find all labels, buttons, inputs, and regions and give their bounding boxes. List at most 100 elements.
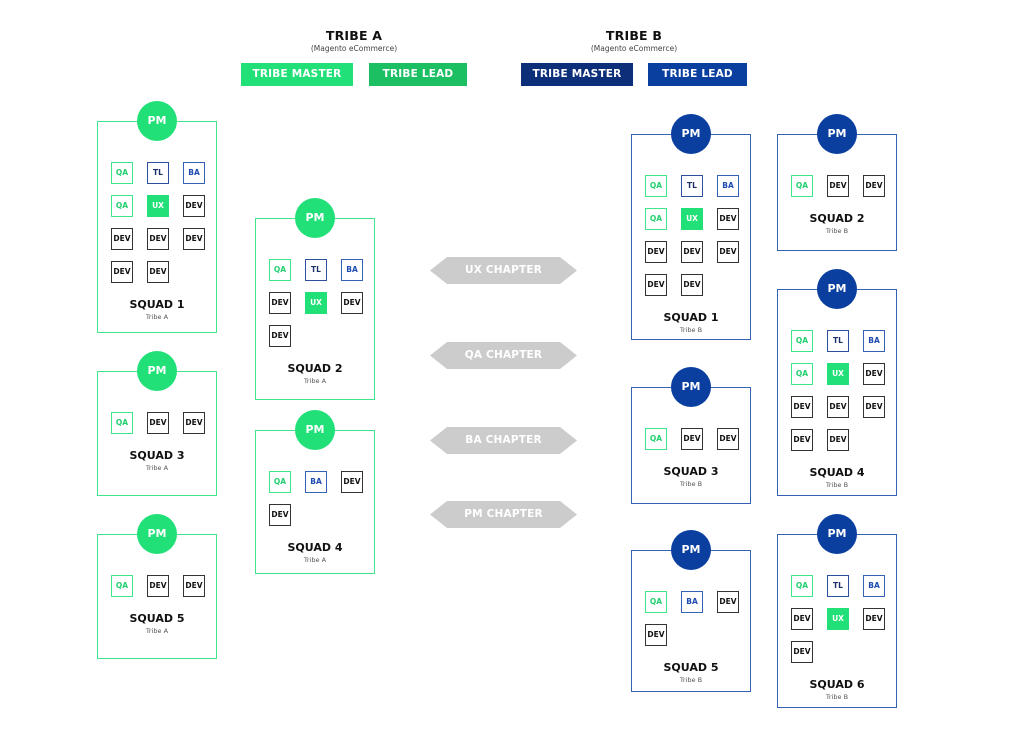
- squad-name: SQUAD 4: [287, 541, 343, 554]
- chapter-label: BA CHAPTER: [465, 434, 542, 446]
- ux-chapter-arrow: UX CHAPTER: [430, 257, 577, 284]
- role-dev: DEV: [717, 208, 739, 230]
- squad-tribe-label: Tribe A: [145, 464, 169, 472]
- squad-tribe-label: Tribe A: [145, 627, 169, 635]
- role-dev: DEV: [863, 608, 885, 630]
- squad-name: SQUAD 3: [663, 465, 719, 478]
- role-dev: DEV: [791, 396, 813, 418]
- tribe-b-squad-2: PM QA DEV DEV SQUAD 2 Tribe B: [777, 114, 897, 251]
- squad-tribe-label: Tribe B: [825, 693, 849, 701]
- squad-tribe-label: Tribe B: [679, 480, 703, 488]
- role-qa: QA: [645, 591, 667, 613]
- role-dev: DEV: [645, 241, 667, 263]
- squad-name: SQUAD 1: [129, 298, 185, 311]
- role-dev: DEV: [863, 363, 885, 385]
- pm-circle: PM: [817, 269, 857, 309]
- pm-circle: PM: [137, 101, 177, 141]
- role-dev: DEV: [791, 608, 813, 630]
- tribe-a-squad-1: PM QA TL BA QA UX DEV DEV DEV DEV DEV DEV SQUAD 1 Tri…: [97, 101, 217, 333]
- role-dev: DEV: [681, 241, 703, 263]
- pm-circle: PM: [671, 367, 711, 407]
- role-ba: BA: [863, 575, 885, 597]
- role-dev: DEV: [863, 396, 885, 418]
- role-dev: DEV: [827, 175, 849, 197]
- role-dev: DEV: [791, 641, 813, 663]
- role-dev: DEV: [791, 429, 813, 451]
- role-ux: UX: [147, 195, 169, 217]
- pm-circle: PM: [295, 410, 335, 450]
- tribe-b-squad-3: PM QA DEV DEV SQUAD 3 Tribe B: [631, 367, 751, 504]
- pm-circle: PM: [137, 351, 177, 391]
- role-dev: DEV: [183, 412, 205, 434]
- squad-tribe-label: Tribe B: [679, 326, 703, 334]
- role-dev: DEV: [269, 292, 291, 314]
- role-qa: QA: [791, 175, 813, 197]
- qa-chapter-arrow: QA CHAPTER: [430, 342, 577, 369]
- role-qa: QA: [111, 575, 133, 597]
- squad-name: SQUAD 5: [129, 612, 185, 625]
- role-qa: QA: [791, 330, 813, 352]
- role-qa: QA: [111, 412, 133, 434]
- role-qa: QA: [111, 162, 133, 184]
- tribe-a-master-badge: TRIBE MASTER: [241, 63, 353, 86]
- role-ba: BA: [183, 162, 205, 184]
- role-dev: DEV: [111, 261, 133, 283]
- role-dev: DEV: [681, 428, 703, 450]
- tribe-a-subtitle: (Magento eCommerce): [310, 44, 398, 53]
- pm-chapter-arrow: PM CHAPTER: [430, 501, 577, 528]
- pm-circle: PM: [671, 114, 711, 154]
- squad-tribe-label: Tribe A: [303, 377, 327, 385]
- role-qa: QA: [791, 575, 813, 597]
- role-dev: DEV: [183, 228, 205, 250]
- pm-circle: PM: [137, 514, 177, 554]
- squad-name: SQUAD 6: [809, 678, 865, 691]
- role-dev: DEV: [341, 471, 363, 493]
- squad-name: SQUAD 5: [663, 661, 719, 674]
- role-dev: DEV: [147, 412, 169, 434]
- role-tl: TL: [305, 259, 327, 281]
- role-dev: DEV: [717, 591, 739, 613]
- role-dev: DEV: [717, 428, 739, 450]
- role-qa: QA: [791, 363, 813, 385]
- chapter-label: UX CHAPTER: [464, 264, 542, 276]
- role-ba: BA: [863, 330, 885, 352]
- role-ux: UX: [827, 608, 849, 630]
- tribe-b-squad-4: PM QA TL BA QA UX DEV DEV DEV DEV DEV DEV SQUAD 4 Tri…: [777, 269, 897, 496]
- tribe-a-title: TRIBE A: [325, 28, 383, 43]
- role-qa: QA: [269, 471, 291, 493]
- squad-tribe-label: Tribe A: [145, 313, 169, 321]
- squad-tribe-label: Tribe B: [825, 481, 849, 489]
- tribe-b-subtitle: (Magento eCommerce): [590, 44, 678, 53]
- squad-name: SQUAD 1: [663, 311, 719, 324]
- role-ba: BA: [717, 175, 739, 197]
- role-dev: DEV: [183, 575, 205, 597]
- tribe-a-squad-3: PM QA DEV DEV SQUAD 3 Tribe A: [97, 351, 217, 496]
- chapter-label: QA CHAPTER: [464, 349, 543, 361]
- role-tl: TL: [147, 162, 169, 184]
- role-dev: DEV: [147, 228, 169, 250]
- squad-tribe-label: Tribe B: [825, 227, 849, 235]
- tribe-b-squad-1: PM QA TL BA QA UX DEV DEV DEV DEV DEV DEV SQUAD 1 Tri…: [631, 114, 751, 340]
- pm-circle: PM: [817, 514, 857, 554]
- role-dev: DEV: [111, 228, 133, 250]
- role-ux: UX: [681, 208, 703, 230]
- squad-tribe-label: Tribe A: [303, 556, 327, 564]
- role-ba: BA: [681, 591, 703, 613]
- squad-tribe-label: Tribe B: [679, 676, 703, 684]
- role-qa: QA: [645, 175, 667, 197]
- role-dev: DEV: [863, 175, 885, 197]
- role-dev: DEV: [827, 396, 849, 418]
- role-dev: DEV: [717, 241, 739, 263]
- role-qa: QA: [645, 428, 667, 450]
- tribe-a-squad-4: PM QA BA DEV DEV SQUAD 4 Tribe A: [255, 410, 375, 574]
- role-dev: DEV: [269, 504, 291, 526]
- tribe-b-squad-6: PM QA TL BA DEV UX DEV DEV SQUAD 6 Tribe B: [777, 514, 897, 708]
- tribe-b-title: TRIBE B: [605, 28, 663, 43]
- role-dev: DEV: [147, 261, 169, 283]
- role-qa: QA: [269, 259, 291, 281]
- tribe-b-squad-5: PM QA BA DEV DEV SQUAD 5 Tribe B: [631, 530, 751, 692]
- chapter-label: PM CHAPTER: [464, 508, 543, 520]
- role-ux: UX: [305, 292, 327, 314]
- role-ba: BA: [305, 471, 327, 493]
- ba-chapter-arrow: BA CHAPTER: [430, 427, 577, 454]
